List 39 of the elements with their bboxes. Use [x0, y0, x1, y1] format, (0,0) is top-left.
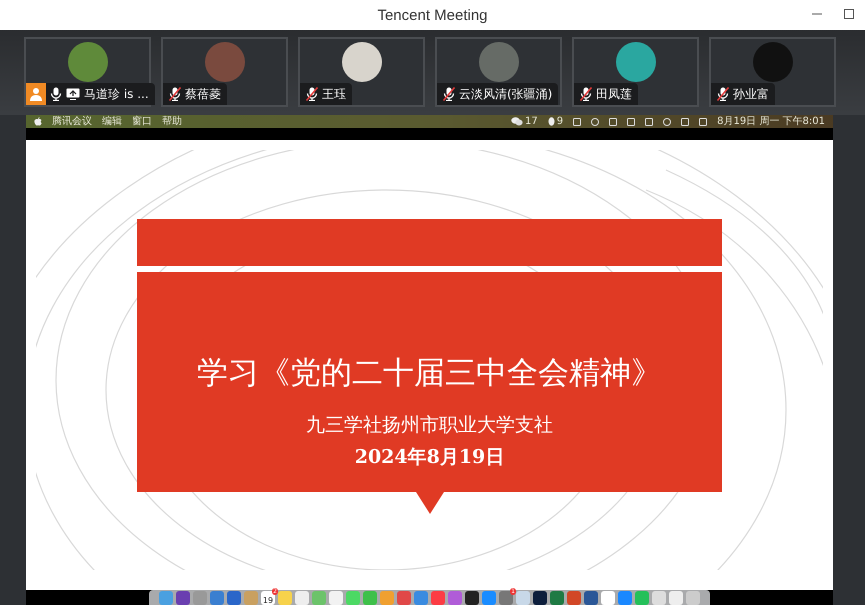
message-count: 9 — [556, 115, 564, 128]
app-icon[interactable] — [533, 591, 547, 605]
menu-item[interactable]: 编辑 — [102, 115, 122, 128]
muted-microphone-icon[interactable] — [443, 87, 455, 101]
participant-name: 田凤莲 — [596, 86, 632, 102]
microphone-icon[interactable] — [50, 87, 62, 101]
muted-microphone-icon[interactable] — [169, 87, 181, 101]
maximize-icon[interactable] — [843, 8, 855, 20]
message-count: 17 — [524, 115, 538, 128]
avatar-placeholder — [616, 42, 656, 82]
chat-bubbles-icon[interactable] — [510, 117, 523, 126]
organization-name: 九三学社扬州市职业大学支社 — [306, 413, 553, 438]
muted-microphone-icon[interactable] — [717, 87, 729, 101]
window-title: Tencent Meeting — [377, 6, 488, 24]
muted-microphone-icon[interactable] — [306, 87, 318, 101]
calendar-day: 19 — [262, 596, 274, 605]
participant-name: 王珏 — [322, 86, 346, 102]
participant-name: 蔡蓓菱 — [185, 86, 221, 102]
screen-share-icon[interactable] — [66, 88, 80, 100]
slide-title: 学习《党的二十届三中全会精神》 — [197, 354, 662, 393]
app-icon[interactable] — [465, 591, 479, 605]
menu-item[interactable]: 窗口 — [132, 115, 152, 128]
participant-name: 孙业富 — [733, 86, 769, 102]
avatar-placeholder — [752, 42, 792, 82]
menu-item[interactable]: 腾讯会议 — [52, 115, 92, 128]
avatar-placeholder — [342, 42, 382, 82]
participant-name: 马道珍 is ... — [84, 86, 149, 102]
muted-microphone-icon[interactable] — [580, 87, 592, 101]
avatar-placeholder — [204, 42, 244, 82]
participant-name: 云淡风清(张疆涌) — [459, 86, 552, 102]
app-icon[interactable] — [176, 591, 190, 605]
avatar-placeholder — [68, 42, 108, 82]
menu-item[interactable]: 帮助 — [162, 115, 182, 128]
person-icon — [29, 87, 43, 101]
menu-bar-clock: 8月19日 周一 下午8:01 — [717, 115, 825, 128]
avatar-placeholder — [478, 42, 518, 82]
app-icon[interactable] — [584, 591, 598, 605]
slide-date: 2024年8月19日 — [354, 445, 504, 470]
apple-logo-icon[interactable] — [34, 117, 42, 126]
